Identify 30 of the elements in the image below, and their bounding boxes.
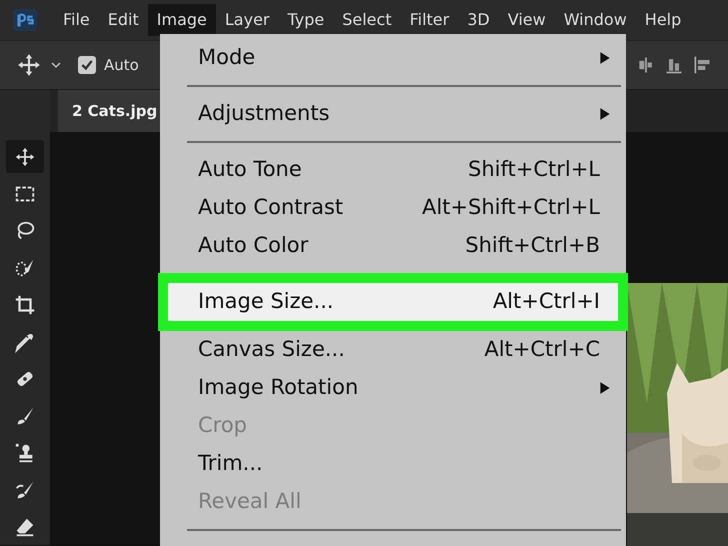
menu-item[interactable]: View xyxy=(498,4,555,36)
submenu-arrow-icon xyxy=(598,106,612,122)
menu-item[interactable]: Auto Color Shift+Ctrl+B xyxy=(160,227,626,265)
menu-item[interactable]: Image Size... Alt+Ctrl+I xyxy=(168,283,618,321)
menu-item[interactable]: Image Rotation xyxy=(160,369,626,407)
menu-item[interactable]: Canvas Size... Alt+Ctrl+C xyxy=(160,331,626,369)
menu-item[interactable]: Auto Tone Shift+Ctrl+L xyxy=(160,151,626,189)
move-icon xyxy=(16,52,42,78)
move-icon xyxy=(14,146,36,168)
checkbox[interactable] xyxy=(78,56,96,74)
submenu-arrow-icon xyxy=(598,50,612,66)
align-left-icon xyxy=(692,55,712,75)
menu-item[interactable]: Mode xyxy=(160,39,626,77)
menu-item[interactable]: Auto Contrast Alt+Shift+Ctrl+L xyxy=(160,189,626,227)
checkbox-label: Auto xyxy=(104,54,139,76)
app-logo-icon xyxy=(10,7,40,34)
tool-button[interactable] xyxy=(6,140,44,173)
menu-item[interactable]: 3D xyxy=(458,4,499,36)
menu-item[interactable]: Type xyxy=(278,4,334,36)
menu-item[interactable]: File xyxy=(54,4,99,36)
menu-item[interactable]: Image xyxy=(148,4,216,36)
menu-item[interactable]: Filter xyxy=(400,4,458,36)
menu-item[interactable]: Help xyxy=(636,4,690,36)
menu-item[interactable]: Layer xyxy=(216,4,278,36)
menu-item[interactable]: Window xyxy=(554,4,636,36)
menu-item[interactable]: Edit xyxy=(98,4,148,36)
submenu-arrow-icon xyxy=(598,380,612,396)
menu-item[interactable]: Select xyxy=(333,4,401,36)
crop-icon xyxy=(14,294,36,316)
menu-item[interactable]: Trim... xyxy=(160,445,626,483)
